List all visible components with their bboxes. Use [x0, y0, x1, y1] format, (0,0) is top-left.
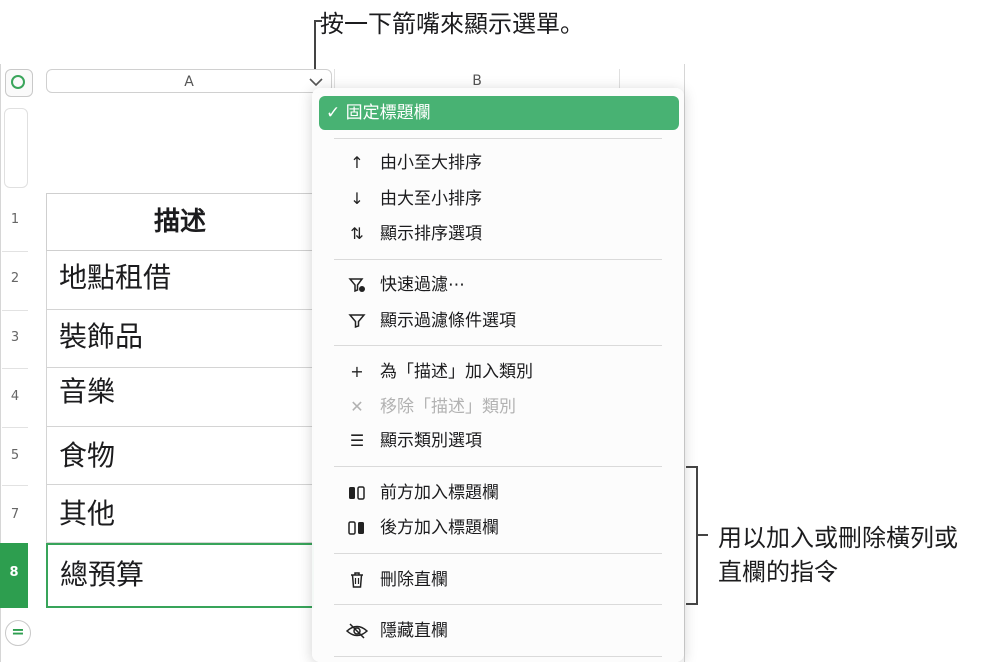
menu-item-label: 顯示排序選項	[380, 224, 482, 244]
menu-item-label: 隱藏直欄	[380, 621, 448, 641]
trash-icon	[346, 565, 368, 595]
column-header-a[interactable]: A	[46, 69, 332, 93]
eye-slash-icon	[345, 616, 369, 646]
row-divider	[2, 310, 28, 311]
row-number[interactable]: 2	[2, 271, 28, 286]
chevron-down-icon[interactable]	[308, 76, 324, 88]
table-cell[interactable]: 地點租借	[46, 251, 314, 310]
table-cell[interactable]: 音樂	[46, 368, 314, 427]
menu-item-label: 為「描述」加入類別	[380, 362, 533, 382]
arrow-up-icon: ↑	[350, 153, 364, 172]
quick-filter-icon	[346, 270, 368, 300]
menu-item-freeze-header-columns[interactable]: ✓ 固定標題欄	[326, 96, 431, 130]
row-number[interactable]: 1	[2, 212, 28, 227]
equals-icon: =	[11, 622, 25, 641]
callout-top-text: 按一下箭嘴來顯示選單。	[320, 10, 584, 38]
menu-item-label: 刪除直欄	[380, 570, 448, 590]
menu-separator	[334, 138, 662, 139]
menu-item-label: 固定標題欄	[345, 103, 431, 123]
sort-arrows-icon: ⇅	[350, 224, 364, 243]
row-divider	[2, 427, 28, 428]
menu-item-label: 移除「描述」類別	[380, 397, 516, 417]
arrow-down-icon: ↓	[350, 189, 364, 208]
header-cell-description[interactable]: 描述	[46, 193, 314, 251]
row-divider	[2, 368, 28, 369]
close-icon: ✕	[350, 397, 364, 416]
menu-separator	[334, 259, 662, 260]
menu-separator	[334, 604, 662, 605]
menu-item-label: 顯示類別選項	[380, 431, 482, 451]
row-number[interactable]: 4	[2, 389, 28, 404]
row-divider	[2, 485, 28, 486]
column-before-icon	[346, 478, 368, 508]
column-after-icon	[346, 513, 368, 543]
menu-item-label: 前方加入標題欄	[380, 483, 499, 503]
row-divider	[2, 251, 28, 252]
table-cell[interactable]: 其他	[46, 485, 314, 543]
menu-item-label: 顯示過濾條件選項	[380, 311, 516, 331]
menu-item-label: 快速過濾⋯	[380, 275, 465, 295]
menu-item-label: 由小至大排序	[380, 153, 482, 173]
sheet-border-right	[684, 64, 685, 662]
menu-separator	[334, 553, 662, 554]
callout-bracket-tick	[698, 534, 708, 536]
menu-separator	[334, 345, 662, 346]
filter-icon	[346, 306, 368, 336]
row-number-selected: 8	[9, 565, 19, 580]
row-number[interactable]: 5	[2, 448, 28, 463]
list-icon: ☰	[349, 431, 365, 450]
row-number[interactable]: 7	[2, 507, 28, 522]
select-all-icon	[11, 75, 25, 89]
table-cell[interactable]: 食物	[46, 427, 314, 485]
callout-right-text: 直欄的指令	[718, 558, 838, 586]
table-cell-total[interactable]: 總預算	[46, 543, 314, 608]
menu-separator	[334, 466, 662, 467]
callout-bracket-bottom	[686, 603, 698, 605]
menu-item-label: 由大至小排序	[380, 189, 482, 209]
row-number[interactable]: 3	[2, 330, 28, 345]
menu-item-label: 後方加入標題欄	[380, 518, 499, 538]
table-cell[interactable]: 裝飾品	[46, 310, 314, 368]
checkmark-icon: ✓	[326, 103, 346, 123]
row-gutter-header	[4, 108, 28, 188]
callout-right-text: 用以加入或刪除橫列或	[718, 524, 958, 552]
menu-separator	[334, 656, 662, 657]
plus-icon: +	[350, 362, 364, 381]
